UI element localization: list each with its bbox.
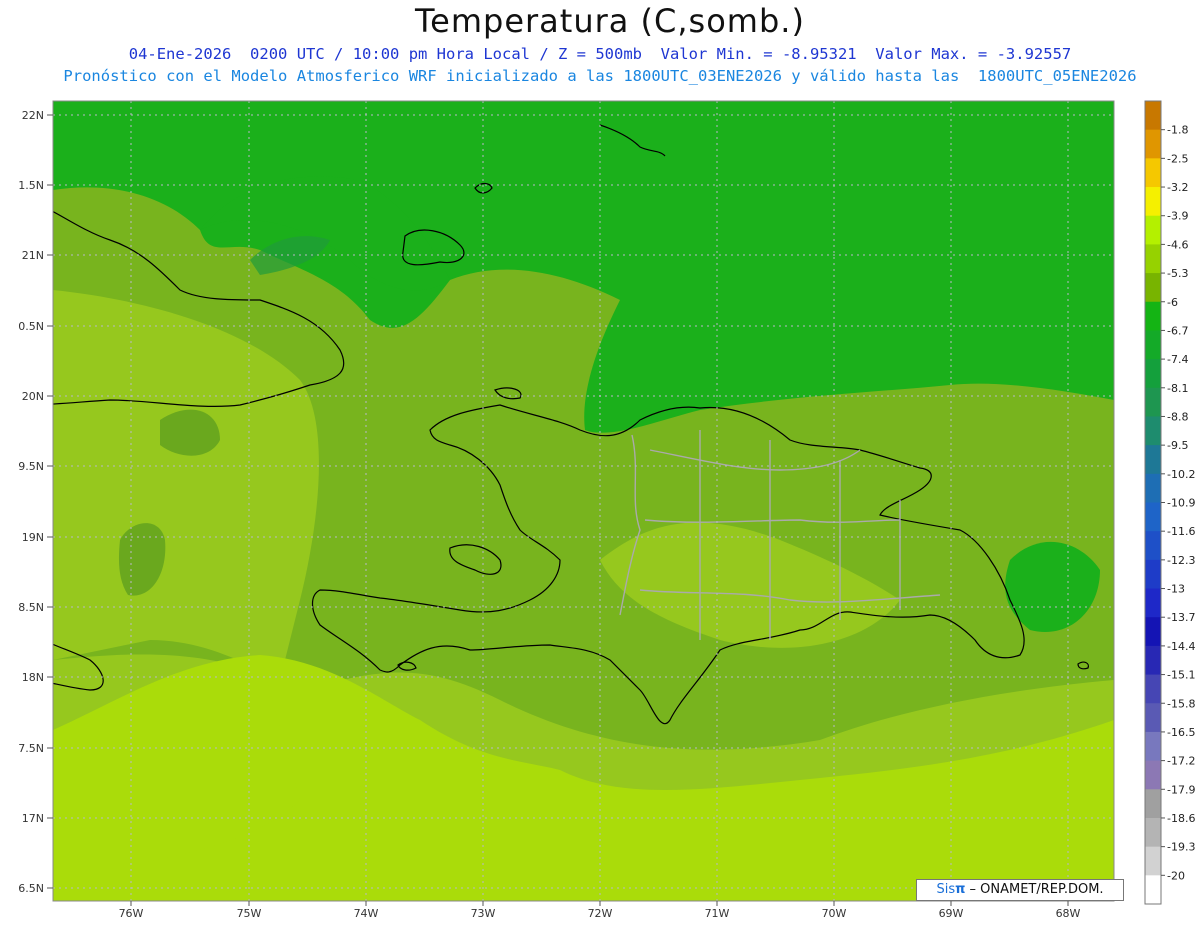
lat-label: 17N <box>22 812 44 825</box>
colorbar-label: -17.2 <box>1167 755 1195 768</box>
colorbar-label: -8.8 <box>1167 410 1188 423</box>
colorbar-swatch <box>1145 789 1161 819</box>
colorbar-swatch <box>1145 760 1161 790</box>
colorbar-swatch <box>1145 387 1161 417</box>
colorbar-label: -9.5 <box>1167 439 1188 452</box>
colorbar-label: -17.9 <box>1167 783 1195 796</box>
colorbar-label: -19.3 <box>1167 841 1195 854</box>
colorbar-swatch <box>1145 445 1161 475</box>
lat-label: 7.5N <box>18 742 44 755</box>
colorbar-label: -8.1 <box>1167 382 1188 395</box>
colorbar-swatch <box>1145 158 1161 188</box>
colorbar-swatch <box>1145 215 1161 245</box>
colorbar-label: -11.6 <box>1167 525 1195 538</box>
colorbar-swatch <box>1145 244 1161 274</box>
colorbar-label: -13 <box>1167 583 1185 596</box>
lat-label: 18N <box>22 671 44 684</box>
lat-label: 0.5N <box>18 320 44 333</box>
colorbar-label: -16.5 <box>1167 726 1195 739</box>
pi-logo-icon: π <box>955 882 966 897</box>
credit-org: – ONAMET/REP.DOM. <box>965 882 1104 897</box>
colorbar-label: -2.5 <box>1167 152 1188 165</box>
lon-label: 75W <box>237 907 262 920</box>
colorbar-label: -20 <box>1167 869 1185 882</box>
colorbar-label: -13.7 <box>1167 611 1195 624</box>
colorbar-label: -5.3 <box>1167 267 1188 280</box>
lon-label: 76W <box>119 907 144 920</box>
colorbar-swatch <box>1145 416 1161 446</box>
colorbar-label: -15.1 <box>1167 669 1195 682</box>
colorbar-swatch <box>1145 846 1161 876</box>
lon-label: 69W <box>939 907 964 920</box>
colorbar-label: -10.2 <box>1167 468 1195 481</box>
lon-label: 71W <box>705 907 730 920</box>
colorbar-label: -18.6 <box>1167 812 1195 825</box>
colorbar-label: -1.8 <box>1167 124 1188 137</box>
colorbar-swatch <box>1145 645 1161 676</box>
colorbar-swatch <box>1145 531 1161 561</box>
colorbar-swatch <box>1145 359 1161 389</box>
lat-label: 9.5N <box>18 460 44 473</box>
lat-label: 22N <box>22 109 44 122</box>
lat-axis: 22N 1.5N 21N 0.5N 20N 9.5N 19N 8.5N 18N … <box>18 109 44 895</box>
colorbar-swatch <box>1145 731 1161 762</box>
colorbar-swatch <box>1145 703 1161 733</box>
colorbar-swatch <box>1145 817 1161 848</box>
colorbar-swatch <box>1145 101 1161 131</box>
lat-label: 21N <box>22 249 44 262</box>
lon-label: 73W <box>471 907 496 920</box>
colorbar-label: -14.4 <box>1167 640 1195 653</box>
colorbar-swatch <box>1145 273 1161 303</box>
colorbar-label: -12.3 <box>1167 554 1195 567</box>
lon-ticks <box>130 901 1069 906</box>
lon-label: 74W <box>354 907 379 920</box>
colorbar-label: -4.6 <box>1167 238 1188 251</box>
colorbar-swatch <box>1145 559 1161 590</box>
colorbar-label: -3.9 <box>1167 210 1188 223</box>
colorbar-swatch <box>1145 502 1161 532</box>
lat-label: 20N <box>22 390 44 403</box>
colorbar-swatch <box>1145 588 1161 618</box>
lon-label: 72W <box>588 907 613 920</box>
credit-brand: Sis <box>936 882 956 897</box>
map-canvas: 22N 1.5N 21N 0.5N 20N 9.5N 19N 8.5N 18N … <box>18 100 1195 920</box>
lon-axis: 76W 75W 74W 73W 72W 71W 70W 69W 68W <box>119 907 1081 920</box>
lat-label: 19N <box>22 531 44 544</box>
colorbar-label: -7.4 <box>1167 353 1188 366</box>
colorbar-swatch <box>1145 875 1161 905</box>
colorbar-swatch <box>1145 473 1161 503</box>
colorbar-swatch <box>1145 187 1161 217</box>
lat-label: 1.5N <box>18 179 44 192</box>
colorbar-swatch <box>1145 301 1161 331</box>
colorbar-label: -15.8 <box>1167 697 1195 710</box>
lon-label: 70W <box>822 907 847 920</box>
colorbar-label: -3.2 <box>1167 181 1188 194</box>
lon-label: 68W <box>1056 907 1081 920</box>
lat-label: 8.5N <box>18 601 44 614</box>
lat-label: 6.5N <box>18 882 44 895</box>
colorbar-swatch <box>1145 330 1161 360</box>
colorbar-swatch <box>1145 129 1161 159</box>
lat-ticks <box>47 114 53 889</box>
colorbar-label: -6 <box>1167 296 1178 309</box>
colorbar: -1.8 -2.5 -3.2 -3.9 -4.6 -5.3 -6 -6.7 -7.4 -8.1 -8… <box>1144 100 1195 905</box>
colorbar-swatch <box>1145 674 1161 704</box>
colorbar-label: -10.9 <box>1167 497 1195 510</box>
credit-box: Sisπ – ONAMET/REP.DOM. <box>916 879 1124 901</box>
temperature-field <box>53 101 1114 901</box>
colorbar-swatch <box>1145 617 1161 647</box>
colorbar-label: -6.7 <box>1167 324 1188 337</box>
